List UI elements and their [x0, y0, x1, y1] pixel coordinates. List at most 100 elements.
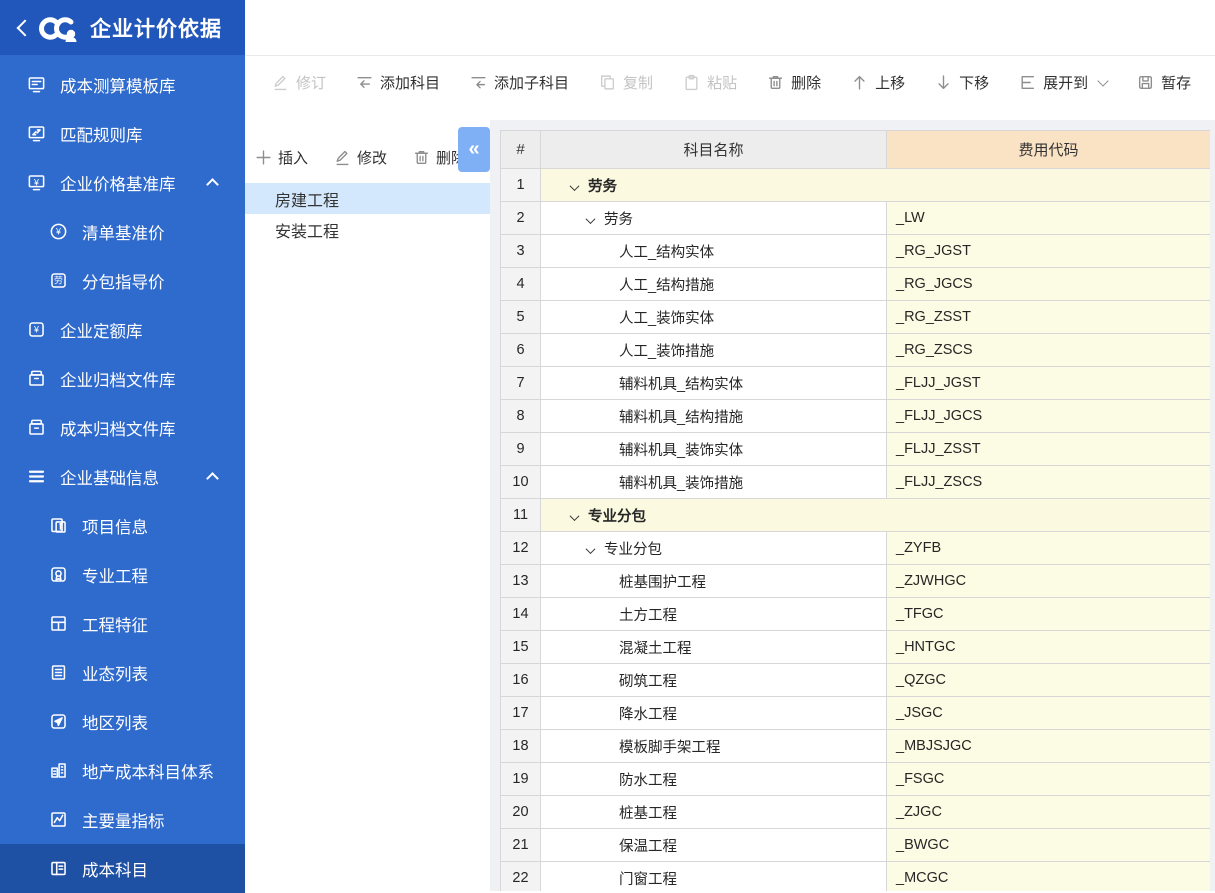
subject-name-cell[interactable]: 砌筑工程 — [541, 664, 887, 697]
sidebar-item[interactable]: 成本科目 — [0, 844, 245, 893]
subject-name-cell[interactable]: 桩基围护工程 — [541, 565, 887, 598]
sidebar-item[interactable]: 劳分包指导价 — [0, 256, 245, 305]
subject-name-cell[interactable]: 人工_结构实体 — [541, 235, 887, 268]
table-row[interactable]: 14土方工程_TFGC — [501, 598, 1211, 631]
group-row-cell[interactable]: 劳务 — [541, 169, 1211, 202]
subject-name-cell[interactable]: 辅料机具_装饰实体 — [541, 433, 887, 466]
subject-name-cell[interactable]: 模板脚手架工程 — [541, 730, 887, 763]
subject-name-cell[interactable]: 人工_装饰措施 — [541, 334, 887, 367]
sidebar-item[interactable]: ¥企业价格基准库 — [0, 158, 245, 207]
table-row[interactable]: 11专业分包 — [501, 499, 1211, 532]
fee-code-cell[interactable]: _FLJJ_JGCS — [887, 400, 1211, 433]
subject-name-cell[interactable]: 辅料机具_结构措施 — [541, 400, 887, 433]
catalog-item[interactable]: 安装工程 — [245, 214, 490, 245]
sidebar-item[interactable]: 企业基础信息 — [0, 452, 245, 501]
sidebar-item[interactable]: 地产成本科目体系 — [0, 746, 245, 795]
sidebar-item[interactable]: 成本归档文件库 — [0, 403, 245, 452]
add-subject-button[interactable]: 添加科目 — [356, 72, 440, 93]
sidebar-item[interactable]: ¥企业定额库 — [0, 305, 245, 354]
table-row[interactable]: 3人工_结构实体_RG_JGST — [501, 235, 1211, 268]
subject-name-cell[interactable]: 保温工程 — [541, 829, 887, 862]
subject-name-cell[interactable]: 混凝土工程 — [541, 631, 887, 664]
fee-code-cell[interactable]: _RG_ZSST — [887, 301, 1211, 334]
insert-button[interactable]: 插入 — [255, 147, 308, 168]
expand-to-button[interactable]: 展开到 — [1019, 72, 1107, 93]
table-row[interactable]: 2劳务_LW — [501, 202, 1211, 235]
add-child-subject-button[interactable]: 添加子科目 — [470, 72, 569, 93]
delete-button[interactable]: 删除 — [767, 72, 821, 93]
sidebar-item[interactable]: 主要量指标 — [0, 795, 245, 844]
table-row[interactable]: 1劳务 — [501, 169, 1211, 202]
table-row[interactable]: 18模板脚手架工程_MBJSJGC — [501, 730, 1211, 763]
fee-code-cell[interactable]: _FLJJ_ZSCS — [887, 466, 1211, 499]
table-row[interactable]: 20桩基工程_ZJGC — [501, 796, 1211, 829]
fee-code-cell[interactable]: _ZYFB — [887, 532, 1211, 565]
fee-code-cell[interactable]: _ZJWHGC — [887, 565, 1211, 598]
sidebar-item[interactable]: 工程特征 — [0, 599, 245, 648]
collapse-panel-button[interactable]: « — [458, 127, 490, 172]
table-row[interactable]: 4人工_结构措施_RG_JGCS — [501, 268, 1211, 301]
fee-code-cell[interactable]: _FSGC — [887, 763, 1211, 796]
table-row[interactable]: 21保温工程_BWGC — [501, 829, 1211, 862]
subject-name-cell[interactable]: 劳务 — [541, 202, 887, 235]
row-index: 2 — [501, 202, 541, 235]
subject-name-cell[interactable]: 门窗工程 — [541, 862, 887, 892]
caret-down-icon[interactable] — [570, 181, 580, 191]
table-row[interactable]: 5人工_装饰实体_RG_ZSST — [501, 301, 1211, 334]
sidebar-item[interactable]: 企业归档文件库 — [0, 354, 245, 403]
fee-code-cell[interactable]: _LW — [887, 202, 1211, 235]
group-row-cell[interactable]: 专业分包 — [541, 499, 1211, 532]
sidebar-item[interactable]: ¥清单基准价 — [0, 207, 245, 256]
table-row[interactable]: 16砌筑工程_QZGC — [501, 664, 1211, 697]
subject-name-cell[interactable]: 人工_装饰实体 — [541, 301, 887, 334]
move-up-button[interactable]: 上移 — [851, 72, 905, 93]
fee-code-cell[interactable]: _QZGC — [887, 664, 1211, 697]
table-row[interactable]: 6人工_装饰措施_RG_ZSCS — [501, 334, 1211, 367]
sidebar-item[interactable]: 地区列表 — [0, 697, 245, 746]
table-row[interactable]: 19防水工程_FSGC — [501, 763, 1211, 796]
caret-down-icon[interactable] — [586, 544, 596, 554]
modify-button[interactable]: 修改 — [334, 147, 387, 168]
table-row[interactable]: 9辅料机具_装饰实体_FLJJ_ZSST — [501, 433, 1211, 466]
fee-code-cell[interactable]: _MBJSJGC — [887, 730, 1211, 763]
subject-name-cell[interactable]: 人工_结构措施 — [541, 268, 887, 301]
fee-code-cell[interactable]: _ZJGC — [887, 796, 1211, 829]
caret-down-icon[interactable] — [586, 214, 596, 224]
fee-code-cell[interactable]: _RG_ZSCS — [887, 334, 1211, 367]
subject-name-cell[interactable]: 防水工程 — [541, 763, 887, 796]
fee-code-cell[interactable]: _HNTGC — [887, 631, 1211, 664]
table-row[interactable]: 8辅料机具_结构措施_FLJJ_JGCS — [501, 400, 1211, 433]
fee-code-cell[interactable]: _BWGC — [887, 829, 1211, 862]
fee-code-cell[interactable]: _FLJJ_ZSST — [887, 433, 1211, 466]
fee-code-cell[interactable]: _TFGC — [887, 598, 1211, 631]
fee-code-cell[interactable]: _MCGC — [887, 862, 1211, 892]
table-row[interactable]: 15混凝土工程_HNTGC — [501, 631, 1211, 664]
table-row[interactable]: 12专业分包_ZYFB — [501, 532, 1211, 565]
table-row[interactable]: 17降水工程_JSGC — [501, 697, 1211, 730]
sidebar-item[interactable]: 专业工程 — [0, 550, 245, 599]
sidebar-item[interactable]: 成本测算模板库 — [0, 60, 245, 109]
sidebar-item[interactable]: 项目信息 — [0, 501, 245, 550]
fee-code-cell[interactable]: _RG_JGCS — [887, 268, 1211, 301]
subject-name-cell[interactable]: 专业分包 — [541, 532, 887, 565]
subject-name-cell[interactable]: 降水工程 — [541, 697, 887, 730]
move-down-button[interactable]: 下移 — [935, 72, 989, 93]
sidebar-item[interactable]: 匹配规则库 — [0, 109, 245, 158]
catalog-item[interactable]: 房建工程 — [245, 183, 490, 214]
fee-code-cell[interactable]: _FLJJ_JGST — [887, 367, 1211, 400]
fee-code-cell[interactable]: _RG_JGST — [887, 235, 1211, 268]
back-icon[interactable] — [10, 15, 36, 41]
table-row[interactable]: 22门窗工程_MCGC — [501, 862, 1211, 892]
app-title: 企业计价依据 — [90, 13, 222, 43]
fee-code-cell[interactable]: _JSGC — [887, 697, 1211, 730]
subject-name-cell[interactable]: 桩基工程 — [541, 796, 887, 829]
table-row[interactable]: 10辅料机具_装饰措施_FLJJ_ZSCS — [501, 466, 1211, 499]
subject-name-cell[interactable]: 辅料机具_结构实体 — [541, 367, 887, 400]
save-draft-button[interactable]: 暂存 — [1137, 72, 1191, 93]
table-row[interactable]: 13桩基围护工程_ZJWHGC — [501, 565, 1211, 598]
subject-name-cell[interactable]: 土方工程 — [541, 598, 887, 631]
caret-down-icon[interactable] — [570, 511, 580, 521]
table-row[interactable]: 7辅料机具_结构实体_FLJJ_JGST — [501, 367, 1211, 400]
sidebar-item[interactable]: 业态列表 — [0, 648, 245, 697]
subject-name-cell[interactable]: 辅料机具_装饰措施 — [541, 466, 887, 499]
